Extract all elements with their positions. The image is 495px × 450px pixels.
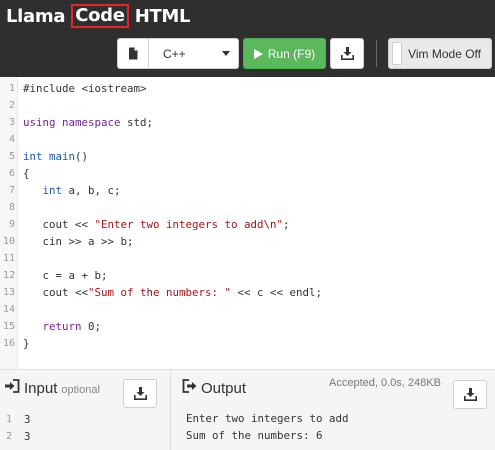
line-number: 10 [2,236,15,247]
top-bar: Llama Code HTML C++ Run (F9) Vim Mode Of… [0,0,495,77]
vim-mode-label: Vim Mode Off [408,46,481,61]
brand-word-html: HTML [134,5,191,27]
line-number: 13 [2,287,15,298]
code-line: 8 [0,199,495,216]
download-icon [463,388,477,401]
line-number: 1 [8,83,15,94]
code-line: 11 [0,250,495,267]
toggle-knob [392,42,402,65]
code-text: } [23,337,30,350]
download-code-button[interactable] [330,38,364,69]
line-number: 12 [2,270,15,281]
line-number: 2 [5,431,12,442]
run-button[interactable]: Run (F9) [243,38,326,69]
language-select[interactable]: C++ [149,38,239,69]
run-label: Run (F9) [267,46,316,61]
input-line[interactable]: 2 3 [0,428,31,445]
output-download-button[interactable] [453,380,487,409]
code-line: 7 int a, b, c; [0,182,495,199]
output-line: Sum of the numbers: 6 [186,429,323,442]
line-number: 14 [2,304,15,315]
download-icon [133,387,147,400]
code-line: 13 cout <<"Sum of the numbers: " << c <<… [0,284,495,301]
output-title: Output [201,380,247,397]
code-line: 12 c = a + b; [0,267,495,284]
line-number: 16 [2,338,15,349]
sign-in-icon [5,379,20,393]
input-text: 3 [24,413,31,426]
input-panel-title: Input optional [5,379,100,397]
code-text: int main() [23,150,89,163]
line-number: 3 [8,117,15,128]
panel-divider [170,369,171,450]
code-line: 2 [0,97,495,114]
output-panel-title: Output [182,379,246,397]
code-text: int a, b, c; [42,184,121,197]
download-icon [340,47,354,60]
output-icon [182,379,197,393]
line-number: 2 [8,100,15,111]
code-text: #include <iostream> [23,82,147,95]
code-line: 16 } [0,335,495,352]
code-line: 6 { [0,165,495,182]
line-number: 11 [2,253,15,264]
code-line: 3 using namespace std; [0,114,495,131]
line-number: 7 [8,185,15,196]
line-number: 8 [8,202,15,213]
run-status: Accepted, 0.0s, 248KB [329,377,441,389]
input-title: Input [24,380,58,397]
caret-down-icon [222,51,230,56]
input-line[interactable]: 1 3 [0,411,31,428]
code-line: 15 return 0; [0,318,495,335]
file-icon [129,47,138,60]
output-line: Enter two integers to add [186,412,349,425]
line-number: 6 [8,168,15,179]
line-number: 5 [8,151,15,162]
code-text: return 0; [42,320,102,333]
line-number: 15 [2,321,15,332]
brand-word-llama: Llama [6,5,66,27]
code-text: cin >> a >> b; [23,235,134,248]
vim-mode-toggle[interactable]: Vim Mode Off [388,38,492,69]
code-line: 1 #include <iostream> [0,80,495,97]
code-line: 14 [0,301,495,318]
language-value: C++ [163,46,186,61]
input-text: 3 [24,430,31,443]
line-number: 9 [8,219,15,230]
code-line: 4 [0,131,495,148]
input-download-button[interactable] [123,379,157,408]
brand-title: Llama Code HTML [6,3,191,29]
toolbar-divider [376,40,377,67]
file-button[interactable] [117,38,149,69]
code-text: cout <<"Sum of the numbers: " << c << en… [23,286,323,299]
code-text: { [23,167,30,180]
code-text: cout << "Enter two integers to add\n"; [23,218,290,231]
code-text: using namespace std; [23,116,154,129]
brand-word-code: Code [71,4,129,28]
code-editor[interactable]: 1 #include <iostream> 2 3 using namespac… [0,77,495,369]
line-number: 1 [5,414,12,425]
code-line: 9 cout << "Enter two integers to add\n"; [0,216,495,233]
code-line: 5 int main() [0,148,495,165]
input-subtitle: optional [61,384,100,396]
code-text: c = a + b; [23,269,108,282]
code-line: 10 cin >> a >> b; [0,233,495,250]
line-number: 4 [8,134,15,145]
play-icon [253,48,263,59]
